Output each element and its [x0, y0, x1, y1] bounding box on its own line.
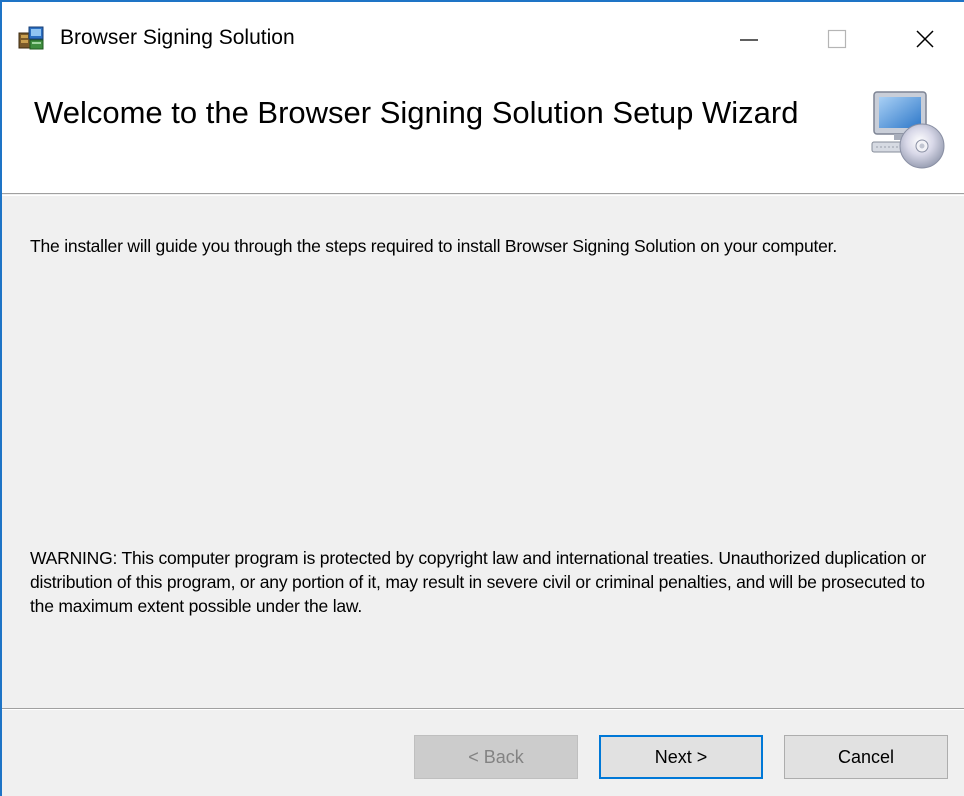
- maximize-icon: [827, 29, 847, 49]
- close-icon: [916, 30, 934, 48]
- intro-text: The installer will guide you through the…: [30, 236, 837, 256]
- banner-divider: [2, 195, 964, 196]
- cancel-button[interactable]: Cancel: [784, 735, 948, 779]
- setup-wizard-window: Browser Signing Solution Welcome to the …: [0, 0, 964, 796]
- close-button[interactable]: [891, 2, 959, 76]
- footer-divider-highlight: [2, 709, 964, 710]
- minimize-icon: [740, 39, 758, 41]
- title-bar[interactable]: Browser Signing Solution: [2, 2, 964, 76]
- copyright-warning: WARNING: This computer program is protec…: [30, 548, 926, 616]
- computer-cd-icon: [871, 91, 945, 169]
- next-button[interactable]: Next >: [599, 735, 763, 779]
- back-button[interactable]: < Back: [414, 735, 578, 779]
- wizard-banner: Welcome to the Browser Signing Solution …: [2, 76, 964, 194]
- maximize-button[interactable]: [803, 2, 871, 76]
- installer-package-icon: [18, 26, 44, 50]
- wizard-heading: Welcome to the Browser Signing Solution …: [34, 95, 799, 130]
- minimize-button[interactable]: [715, 2, 783, 76]
- window-title: Browser Signing Solution: [60, 26, 295, 49]
